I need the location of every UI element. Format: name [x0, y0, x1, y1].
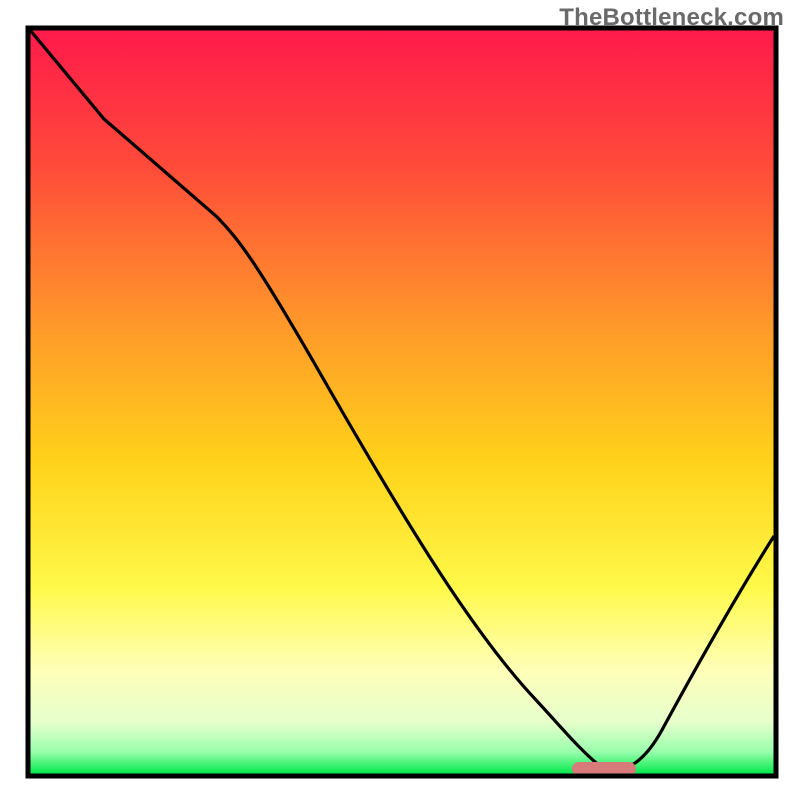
plot-area — [28, 28, 776, 776]
gradient-background — [30, 30, 774, 774]
chart-container: TheBottleneck.com — [0, 0, 800, 800]
bottleneck-chart — [0, 0, 800, 800]
watermark-text: TheBottleneck.com — [559, 4, 784, 32]
